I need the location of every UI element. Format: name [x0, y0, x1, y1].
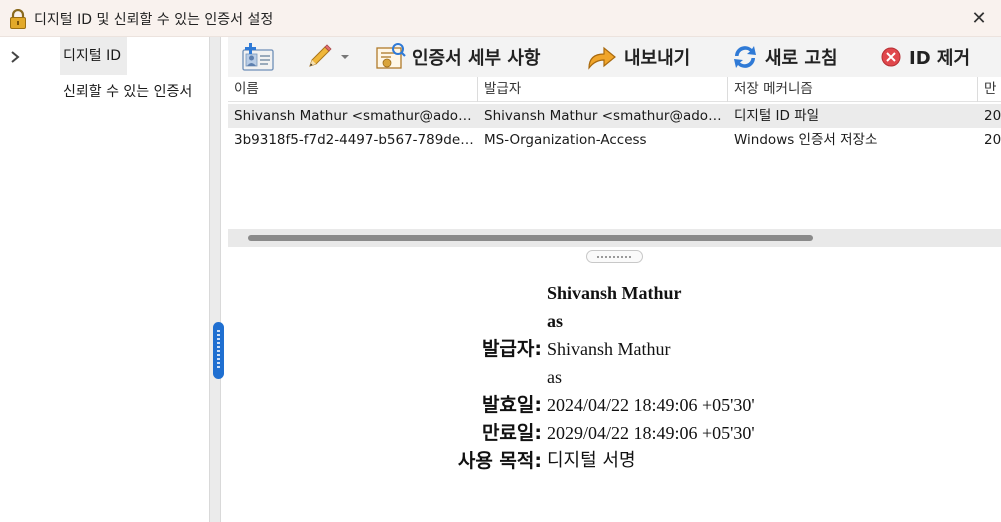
detail-valid-to-value: 2029/04/22 18:49:06 +05'30' [547, 423, 755, 443]
sidebar-item-digital-id[interactable]: 디지털 ID [60, 37, 127, 75]
detail-usage-row: 사용 목적: 디지털 서명 [228, 447, 1001, 475]
export-button[interactable]: 내보내기 [586, 37, 690, 77]
remove-icon [879, 45, 903, 69]
cell-name: 3b9318f5-f7d2-4497-b567-789deecf1a2b [234, 132, 476, 148]
table-row[interactable]: 3b9318f5-f7d2-4497-b567-789deecf1a2b MS-… [228, 128, 1001, 152]
detail-issuer-suffix-row: as [228, 363, 1001, 391]
cell-issuer: MS-Organization-Access [484, 132, 647, 148]
cell-issuer: Shivansh Mathur <smathur@adobe.com> [484, 108, 726, 124]
sidebar-item-label: 디지털 ID [63, 48, 121, 64]
detail-valid-from-label: 발효일: [481, 394, 542, 416]
detail-valid-from-value: 2024/04/22 18:49:06 +05'30' [547, 395, 755, 415]
certificate-details-icon [374, 42, 406, 72]
digital-id-table: 이름 발급자 저장 메커니즘 만 Shivansh Mathur <smathu… [228, 77, 1001, 229]
sidebar-item-trusted-certificates[interactable]: 신뢰할 수 있는 인증서 [60, 73, 208, 111]
certificate-details-panel: Shivansh Mathur as 발급자: Shivansh Mathur … [228, 263, 1001, 522]
detail-issuer-value: Shivansh Mathur [547, 339, 671, 359]
nav-expander-column [0, 37, 56, 522]
detail-name-suffix-row: as [228, 307, 1001, 335]
column-header-storage[interactable]: 저장 메커니즘 [728, 77, 978, 102]
refresh-label: 새로 고침 [765, 48, 838, 69]
detail-name-value: Shivansh Mathur [547, 283, 682, 303]
refresh-icon [731, 43, 759, 71]
table-row[interactable]: Shivansh Mathur <smathur@adobe.com> Shiv… [228, 104, 1001, 128]
detail-issuer-row: 발급자: Shivansh Mathur [228, 335, 1001, 363]
export-label: 내보내기 [624, 48, 691, 69]
add-id-icon [240, 42, 276, 72]
detail-usage-value: 디지털 서명 [547, 450, 636, 471]
table-header: 이름 발급자 저장 메커니즘 만 [228, 77, 1001, 102]
chevron-right-icon[interactable] [9, 50, 21, 68]
edit-button[interactable] [304, 37, 350, 77]
cell-storage: 디지털 ID 파일 [734, 108, 820, 124]
detail-valid-to-row: 만료일: 2029/04/22 18:49:06 +05'30' [228, 419, 1001, 447]
sidebar-item-label: 신뢰할 수 있는 인증서 [63, 84, 193, 100]
refresh-button[interactable]: 새로 고침 [731, 37, 838, 77]
window-title: 디지털 ID 및 신뢰할 수 있는 인증서 설정 [34, 12, 274, 28]
add-id-button[interactable] [240, 37, 276, 77]
detail-valid-to-label: 만료일: [481, 422, 542, 444]
sidebar-splitter[interactable] [209, 37, 221, 522]
column-header-name[interactable]: 이름 [228, 77, 478, 102]
detail-name-row: Shivansh Mathur [228, 279, 1001, 307]
remove-id-label: ID 제거 [909, 48, 971, 69]
detail-valid-from-row: 발효일: 2024/04/22 18:49:06 +05'30' [228, 391, 1001, 419]
certificate-details-button[interactable]: 인증서 세부 사항 [374, 37, 540, 77]
certificate-details-label: 인증서 세부 사항 [412, 48, 541, 69]
cell-expiry: 2029/04/22 [984, 108, 1001, 124]
lock-icon [9, 8, 27, 29]
horizontal-scrollbar[interactable] [228, 229, 1001, 247]
detail-issuer-label: 발급자: [481, 338, 542, 360]
cell-name: Shivansh Mathur <smathur@adobe.com> [234, 108, 476, 124]
column-header-expiry[interactable]: 만 [978, 77, 1001, 102]
toolbar: 인증서 세부 사항 내보내기 새로 고침 ID 제거 [228, 37, 1001, 77]
pane-divider-grip[interactable] [586, 250, 643, 263]
splitter-handle[interactable] [213, 322, 224, 379]
cell-expiry: 2034/04/22 [984, 132, 1001, 148]
remove-id-button[interactable]: ID 제거 [879, 37, 970, 77]
detail-usage-label: 사용 목적: [457, 450, 542, 472]
title-bar: 디지털 ID 및 신뢰할 수 있는 인증서 설정 ✕ [0, 0, 1001, 37]
column-header-issuer[interactable]: 발급자 [478, 77, 728, 102]
pencil-icon [304, 42, 334, 72]
scrollbar-thumb[interactable] [248, 235, 813, 241]
detail-name-suffix: as [547, 311, 564, 331]
sidebar: 디지털 ID 신뢰할 수 있는 인증서 [56, 37, 210, 522]
export-arrow-icon [586, 44, 618, 70]
close-icon[interactable]: ✕ [966, 8, 992, 30]
cell-storage: Windows 인증서 저장소 [734, 132, 878, 148]
detail-issuer-suffix: as [547, 367, 562, 387]
chevron-down-icon [340, 53, 350, 61]
